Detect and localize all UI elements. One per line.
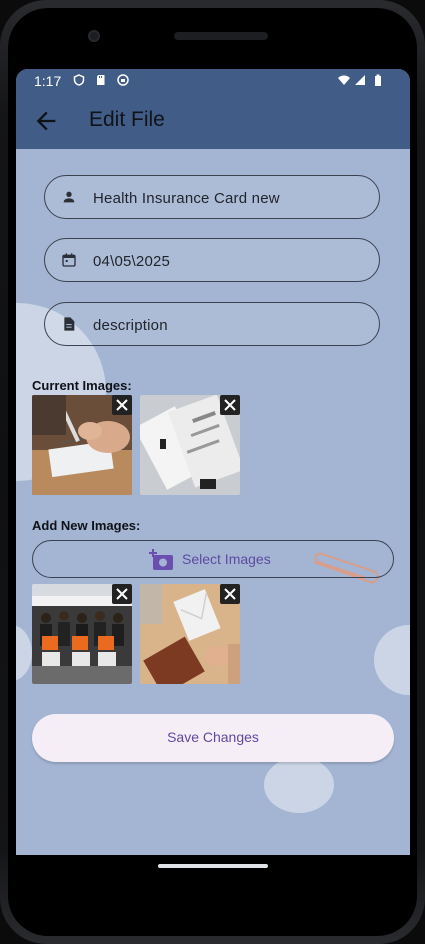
gesture-nav-bar[interactable]: [158, 864, 268, 868]
date-field-value: 04\05\2025: [93, 253, 171, 270]
page-title: Edit File: [89, 108, 165, 131]
select-images-button[interactable]: Select Images: [32, 540, 394, 578]
current-images-label: Current Images:: [32, 378, 132, 393]
select-images-label: Select Images: [182, 551, 271, 567]
status-bar: 1:17: [16, 69, 410, 93]
bg-circle-right: [374, 625, 410, 695]
save-changes-label: Save Changes: [167, 729, 259, 745]
add-photo-icon: [149, 549, 173, 570]
remove-new-image-2-button[interactable]: [220, 584, 240, 604]
save-changes-button[interactable]: Save Changes: [32, 714, 394, 762]
app-notification-icon: [117, 74, 129, 86]
close-icon: [224, 588, 236, 600]
person-icon: [63, 191, 75, 203]
battery-icon: [375, 74, 381, 86]
description-placeholder: description: [93, 317, 168, 334]
app-bar: Edit File: [16, 93, 410, 149]
remove-new-image-1-button[interactable]: [112, 584, 132, 604]
earpiece-speaker: [174, 32, 268, 40]
shield-icon: [73, 74, 85, 86]
signal-icon: [355, 75, 365, 85]
calendar-icon: [62, 253, 76, 267]
phone-frame: 1:17 Edit File Health Insurance Card new…: [0, 0, 425, 944]
bg-circle-left-small: [16, 625, 32, 681]
description-field[interactable]: description: [44, 302, 380, 346]
add-new-images-label: Add New Images:: [32, 518, 141, 533]
front-camera: [88, 30, 100, 42]
name-field-value: Health Insurance Card new: [93, 190, 280, 207]
remove-current-image-1-button[interactable]: [112, 395, 132, 415]
sd-card-icon: [97, 75, 105, 85]
close-icon: [116, 399, 128, 411]
status-time: 1:17: [34, 73, 62, 89]
wifi-icon: [338, 75, 350, 85]
close-icon: [224, 399, 236, 411]
document-icon: [64, 317, 75, 331]
back-arrow-icon[interactable]: [32, 107, 60, 135]
remove-current-image-2-button[interactable]: [220, 395, 240, 415]
bg-circle-bottom: [264, 757, 334, 813]
name-field[interactable]: Health Insurance Card new: [44, 175, 380, 219]
app-screen: 1:17 Edit File Health Insurance Card new…: [16, 69, 410, 855]
date-field[interactable]: 04\05\2025: [44, 238, 380, 282]
close-icon: [116, 588, 128, 600]
